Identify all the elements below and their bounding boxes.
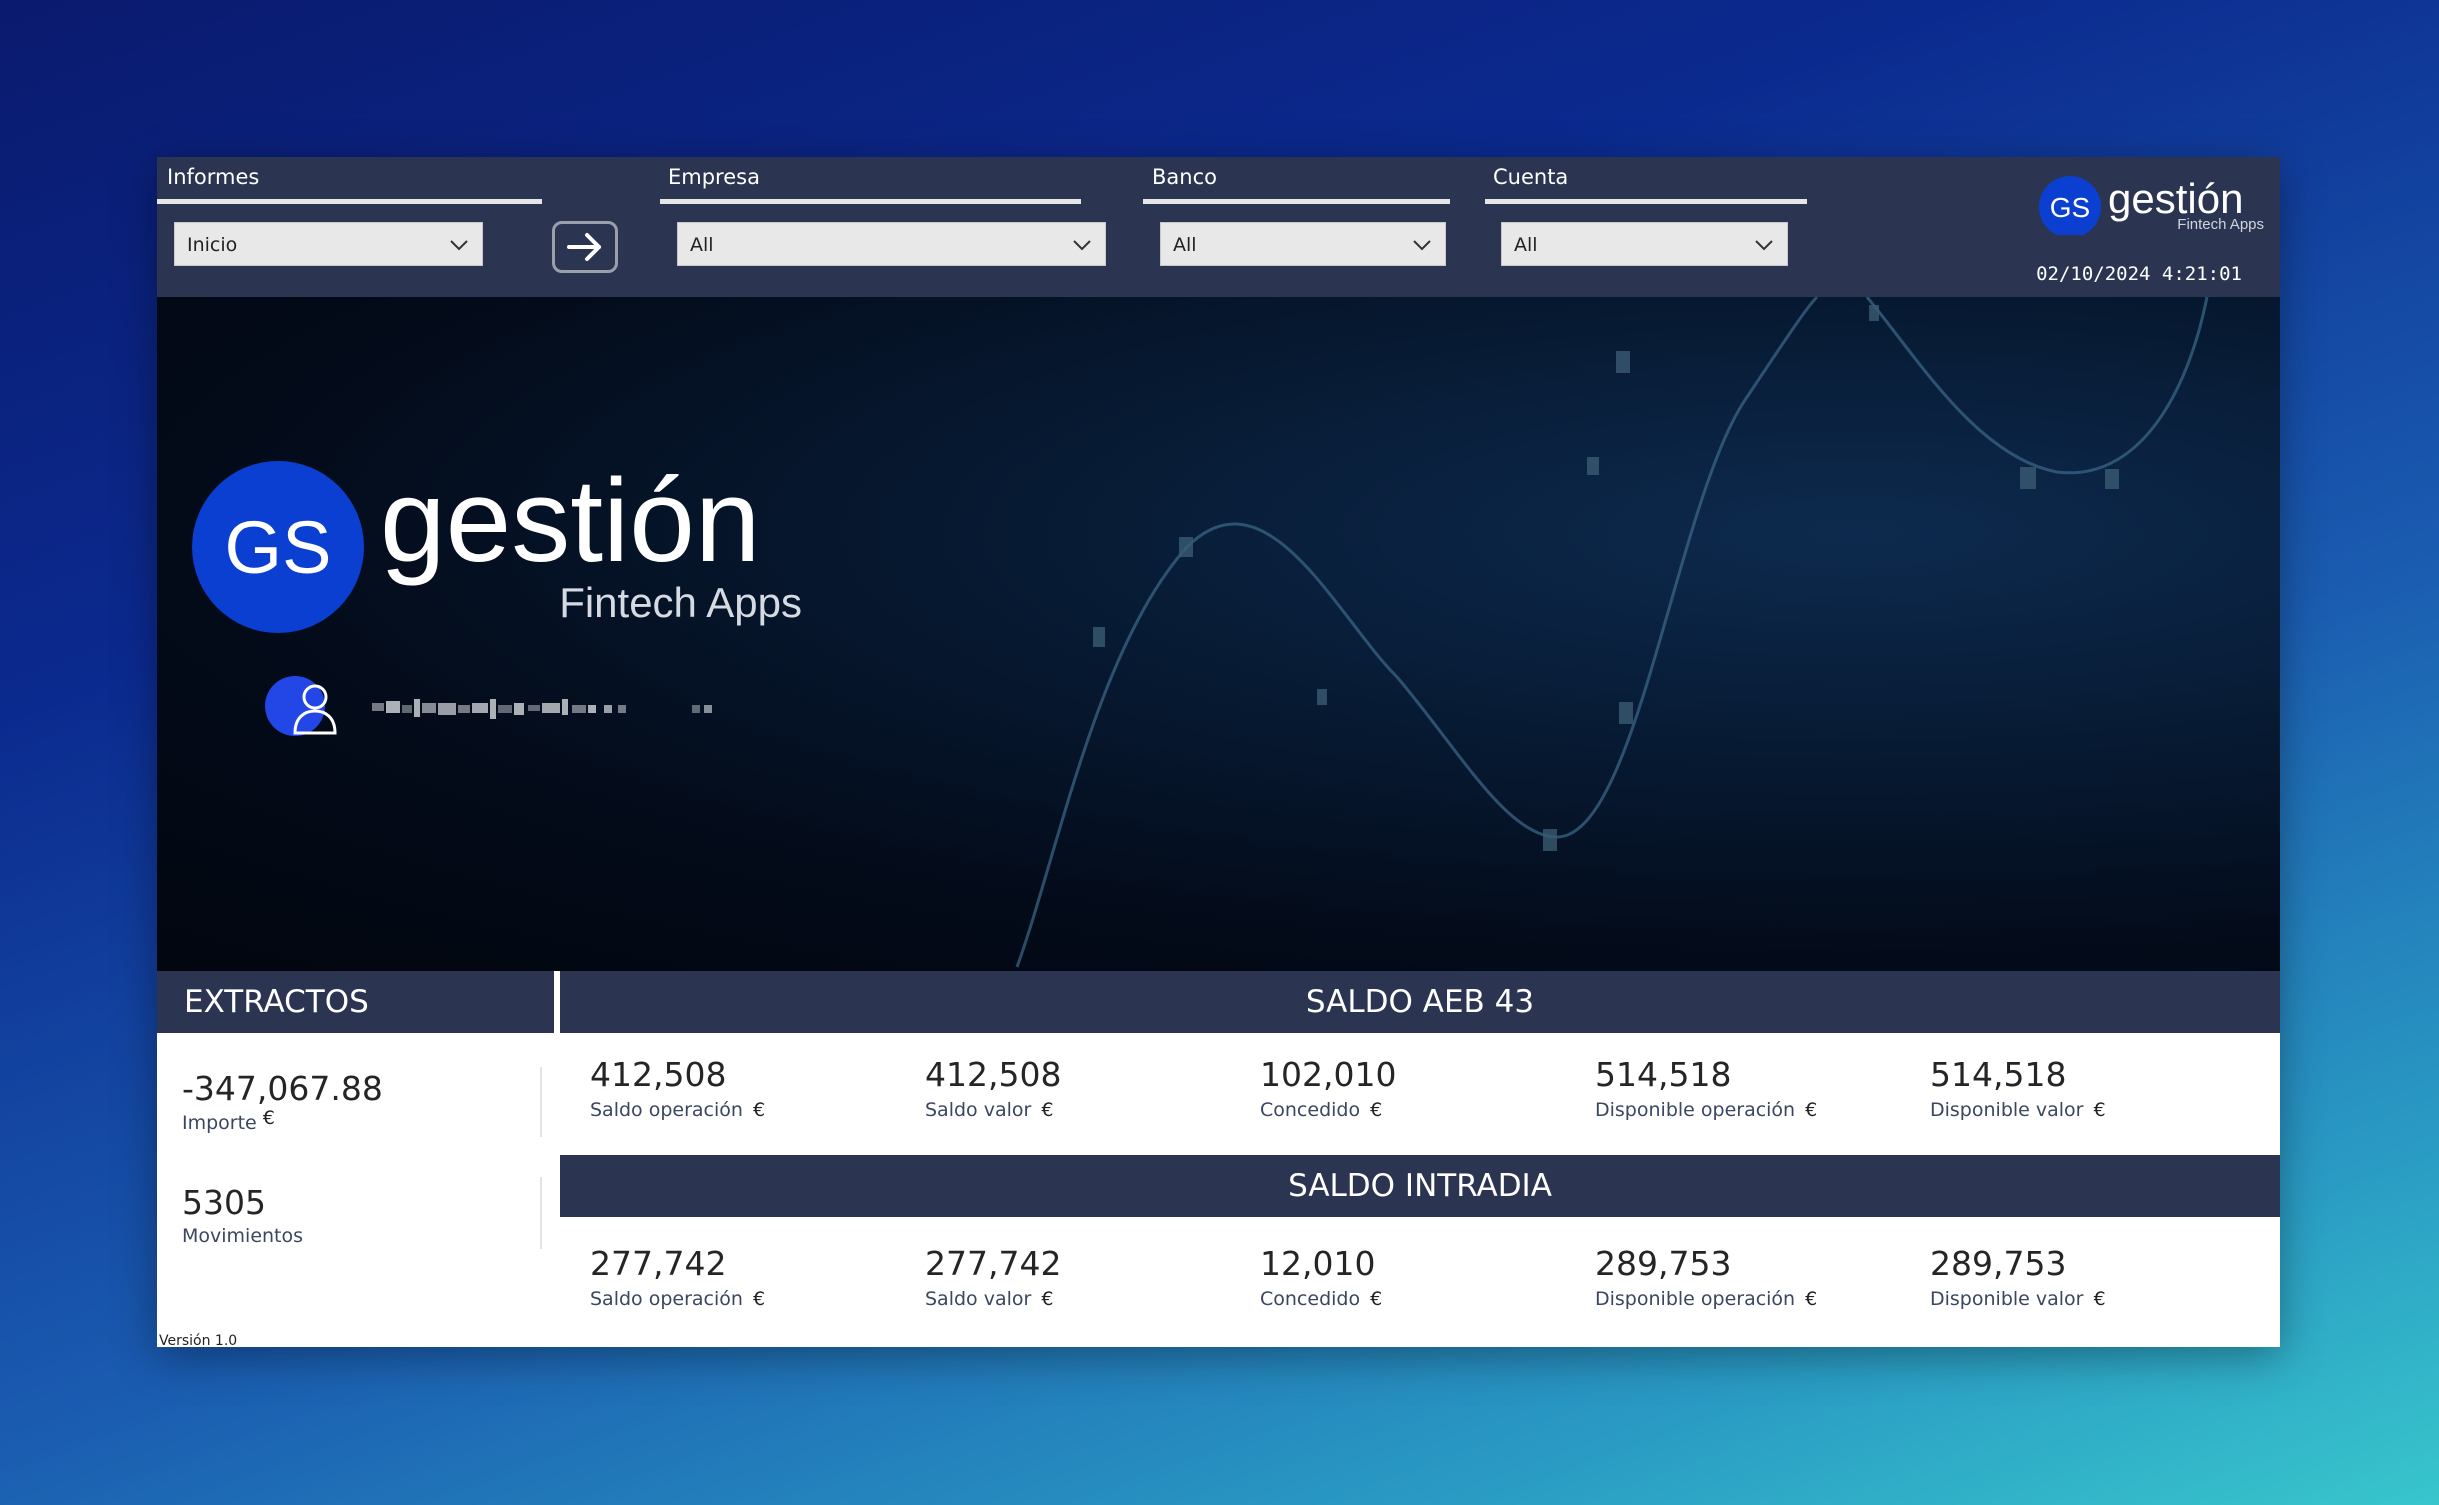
saldo-intradia-header: SALDO INTRADIA — [560, 1155, 2280, 1217]
go-button[interactable] — [552, 221, 618, 273]
filter-bar: Informes Inicio Empresa All Banco All Cu… — [157, 157, 2280, 297]
importe-value: -347,067.88 — [182, 1069, 383, 1108]
banco-value: All — [1173, 234, 1197, 256]
aeb-concedido-label: Concedido € — [1260, 1099, 1383, 1121]
movimientos-value: 5305 — [182, 1183, 266, 1222]
chevron-down-icon — [1413, 240, 1431, 251]
movimientos-label: Movimientos — [182, 1225, 304, 1247]
informes-value: Inicio — [187, 234, 238, 256]
intradia-disponible-valor-label: Disponible valor € — [1930, 1288, 2106, 1310]
logo-large-name: gestión — [380, 457, 761, 587]
brand-logo-large: GS gestión Fintech Apps — [192, 457, 802, 633]
cuenta-dropdown[interactable]: All — [1501, 222, 1788, 266]
cuenta-value: All — [1514, 234, 1538, 256]
empresa-underline — [660, 199, 1081, 204]
chevron-down-icon — [450, 240, 468, 251]
aeb-disponible-operacion-label: Disponible operación € — [1595, 1099, 1818, 1121]
aeb-saldo-operacion-label: Saldo operación € — [590, 1099, 766, 1121]
report-window: Informes Inicio Empresa All Banco All Cu… — [157, 157, 2280, 1347]
aeb-disponible-valor-label: Disponible valor € — [1930, 1099, 2106, 1121]
intradia-saldo-valor-label: Saldo valor € — [925, 1288, 1054, 1310]
logo-small-name: gestión — [2108, 175, 2243, 222]
logo-large-tagline: Fintech Apps — [559, 579, 802, 626]
intradia-saldo-valor-value: 277,742 — [925, 1244, 1062, 1283]
informes-dropdown[interactable]: Inicio — [174, 222, 483, 266]
extractos-divider — [540, 1067, 542, 1137]
intradia-saldo-operacion-value: 277,742 — [590, 1244, 727, 1283]
intradia-saldo-operacion-label: Saldo operación € — [590, 1288, 766, 1310]
extractos-divider — [540, 1177, 542, 1249]
logo-large-mark: GS — [225, 506, 332, 589]
intradia-disponible-operacion-value: 289,753 — [1595, 1244, 1732, 1283]
logo-small-mark: GS — [2050, 192, 2090, 223]
banco-dropdown[interactable]: All — [1160, 222, 1446, 266]
intradia-disponible-valor-value: 289,753 — [1930, 1244, 2067, 1283]
version-label: Versión 1.0 — [159, 1333, 238, 1347]
saldo-aeb-header: SALDO AEB 43 — [560, 971, 2280, 1033]
chevron-down-icon — [1073, 240, 1091, 251]
banco-underline — [1143, 199, 1450, 204]
brand-logo-small: GS gestión Fintech Apps — [2039, 175, 2264, 235]
cuenta-underline — [1485, 199, 1807, 204]
aeb-disponible-operacion-value: 514,518 — [1595, 1055, 1732, 1094]
logo-small-tagline: Fintech Apps — [2177, 216, 2264, 233]
aeb-concedido-value: 102,010 — [1260, 1055, 1397, 1094]
aeb-saldo-operacion-value: 412,508 — [590, 1055, 727, 1094]
hero-banner: GS gestión Fintech Apps — [157, 297, 2280, 971]
user-icon — [265, 676, 337, 736]
intradia-concedido-value: 12,010 — [1260, 1244, 1376, 1283]
informes-underline — [157, 199, 542, 204]
importe-label: Importe € — [182, 1107, 275, 1134]
empresa-dropdown[interactable]: All — [677, 222, 1106, 266]
aeb-saldo-valor-label: Saldo valor € — [925, 1099, 1054, 1121]
aeb-saldo-valor-value: 412,508 — [925, 1055, 1062, 1094]
banco-label: Banco — [1152, 165, 1217, 189]
extractos-header: EXTRACTOS BANCARIOS — [157, 971, 554, 1082]
intradia-disponible-operacion-label: Disponible operación € — [1595, 1288, 1818, 1310]
timestamp: 02/10/2024 4:21:01 — [2036, 263, 2242, 285]
aeb-disponible-valor-value: 514,518 — [1930, 1055, 2067, 1094]
empresa-label: Empresa — [668, 165, 760, 189]
cuenta-label: Cuenta — [1493, 165, 1569, 189]
user-name-blurred — [372, 699, 712, 719]
informes-label: Informes — [167, 165, 260, 189]
arrow-right-icon — [567, 233, 601, 261]
chevron-down-icon — [1755, 240, 1773, 251]
empresa-value: All — [690, 234, 714, 256]
intradia-concedido-label: Concedido € — [1260, 1288, 1383, 1310]
